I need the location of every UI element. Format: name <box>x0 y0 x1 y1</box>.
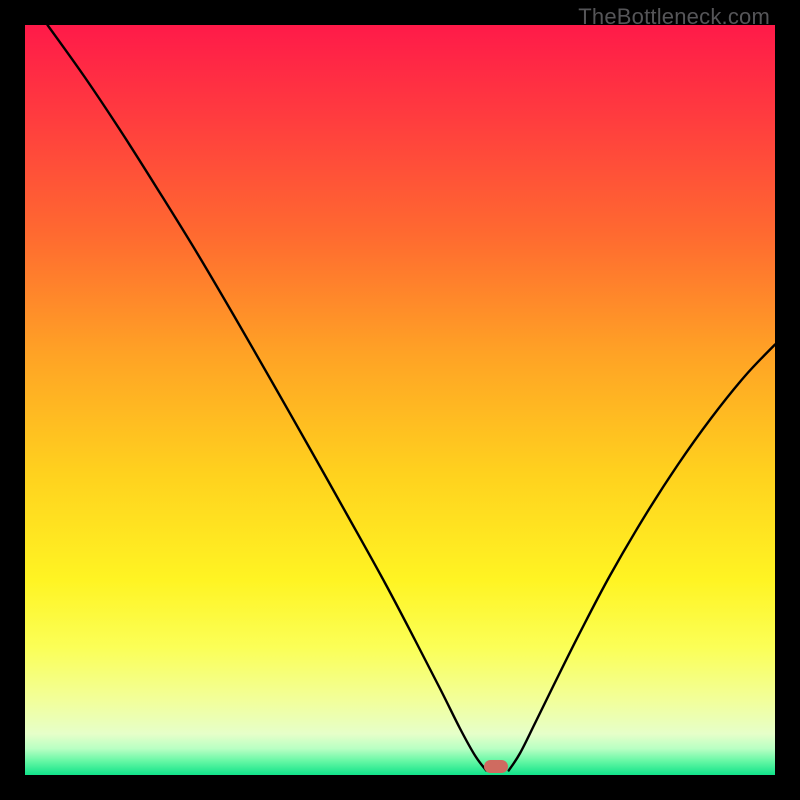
chart-frame: TheBottleneck.com <box>0 0 800 800</box>
plot-area <box>25 25 775 775</box>
curve-left-branch <box>48 25 487 771</box>
optimal-point-marker <box>484 760 509 773</box>
curve-right-branch <box>509 345 775 771</box>
bottleneck-curve <box>25 25 775 775</box>
